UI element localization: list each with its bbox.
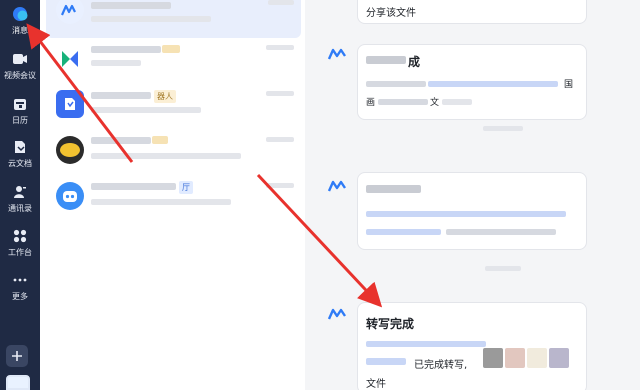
redacted-image — [549, 348, 569, 368]
nav-label: 消息 — [12, 26, 28, 35]
app-shortcut-icon[interactable] — [6, 375, 30, 390]
redacted-line — [442, 99, 472, 105]
card-footer: 文件 — [366, 379, 386, 390]
document-icon — [12, 139, 28, 155]
nav-item-calendar[interactable]: 日历 — [0, 92, 40, 136]
redacted-title — [366, 185, 421, 193]
nav-item-messages[interactable]: 消息 — [0, 2, 40, 46]
redacted-time — [485, 266, 521, 271]
nav-rail: 消息 视频会议 日历 云文档 通讯录 工作台 更多 — [0, 0, 40, 390]
redacted-title — [366, 56, 406, 64]
card-text: 国 — [564, 80, 574, 90]
conversation-panel: 分享该文件 成 国 画 文 转写完成 已完成转写, 文件 — [305, 0, 640, 390]
bot-icon — [327, 46, 349, 64]
status-text: 已完成转写, — [414, 360, 468, 371]
redacted-time — [266, 45, 294, 50]
avatar — [56, 136, 84, 164]
redacted-name — [91, 2, 171, 9]
plus-icon — [12, 351, 22, 361]
redacted-name — [91, 183, 176, 190]
redacted-line — [366, 341, 486, 347]
calendar-icon — [12, 96, 28, 112]
nav-label: 日历 — [12, 116, 28, 125]
redacted-preview — [91, 16, 211, 22]
redacted-line — [446, 229, 556, 235]
nav-item-more[interactable]: 更多 — [0, 268, 40, 312]
transcription-card[interactable]: 转写完成 已完成转写, 文件 — [357, 302, 587, 390]
redacted-image — [483, 348, 503, 368]
add-button[interactable] — [6, 345, 28, 367]
redacted-image — [505, 348, 525, 368]
redacted-line — [378, 99, 428, 105]
nav-item-contacts[interactable]: 通讯录 — [0, 180, 40, 224]
nav-label: 工作台 — [8, 248, 32, 257]
redacted-name — [91, 46, 161, 53]
redacted-time — [483, 126, 523, 131]
more-icon — [12, 272, 28, 288]
nav-item-workspace[interactable]: 工作台 — [0, 224, 40, 268]
redacted-preview — [91, 199, 231, 205]
bot-avatar-icon — [56, 90, 84, 118]
redacted-preview — [91, 153, 241, 159]
card-text: 文 — [430, 98, 440, 108]
chat-list-item[interactable] — [46, 132, 301, 178]
redacted-badge — [162, 45, 180, 53]
redacted-line — [366, 211, 566, 217]
redacted-time — [266, 183, 294, 188]
contacts-icon — [12, 184, 28, 200]
card-title: 成 — [408, 55, 421, 69]
chat-list-item[interactable]: 厅 — [46, 178, 301, 224]
bot-icon — [327, 306, 349, 324]
message-card[interactable] — [357, 172, 587, 250]
message-card[interactable]: 成 国 画 文 — [357, 44, 587, 120]
message-text: 分享该文件 — [366, 8, 416, 19]
redacted-time — [266, 137, 294, 142]
redacted-preview — [91, 60, 141, 66]
nav-label: 更多 — [12, 292, 28, 301]
redacted-line — [366, 358, 406, 365]
chat-list-item[interactable] — [46, 40, 301, 86]
redacted-time — [266, 91, 294, 96]
nav-item-video-meeting[interactable]: 视频会议 — [0, 47, 40, 91]
chat-list: 器人 厅 — [40, 0, 305, 390]
chat-list-item[interactable] — [46, 0, 301, 38]
card-title: 转写完成 — [366, 317, 415, 331]
robot-avatar-icon — [56, 182, 84, 210]
nav-label: 视频会议 — [4, 71, 36, 80]
group-avatar-icon — [56, 44, 84, 72]
redacted-time — [268, 0, 294, 5]
redacted-badge — [152, 136, 168, 144]
video-icon — [12, 51, 28, 67]
nav-item-cloud-docs[interactable]: 云文档 — [0, 135, 40, 179]
redacted-name — [91, 137, 151, 144]
message-icon — [12, 6, 28, 22]
nav-label: 通讯录 — [8, 204, 32, 213]
redacted-image — [527, 348, 547, 368]
nav-label: 云文档 — [8, 159, 32, 168]
app-tag: 厅 — [179, 181, 193, 194]
redacted-line — [366, 81, 426, 87]
redacted-line — [366, 229, 441, 235]
redacted-line — [428, 81, 558, 87]
workspace-icon — [12, 228, 28, 244]
bot-avatar-icon — [56, 0, 84, 24]
redacted-preview — [91, 107, 201, 113]
message-bubble: 分享该文件 — [357, 0, 587, 24]
bot-tag: 器人 — [154, 90, 176, 103]
chat-list-item[interactable]: 器人 — [46, 86, 301, 132]
card-text: 画 — [366, 98, 376, 108]
bot-icon — [327, 178, 349, 196]
app-window: 消息 视频会议 日历 云文档 通讯录 工作台 更多 器人 厅 分享该文件 成 国… — [0, 0, 640, 390]
redacted-name — [91, 92, 151, 99]
